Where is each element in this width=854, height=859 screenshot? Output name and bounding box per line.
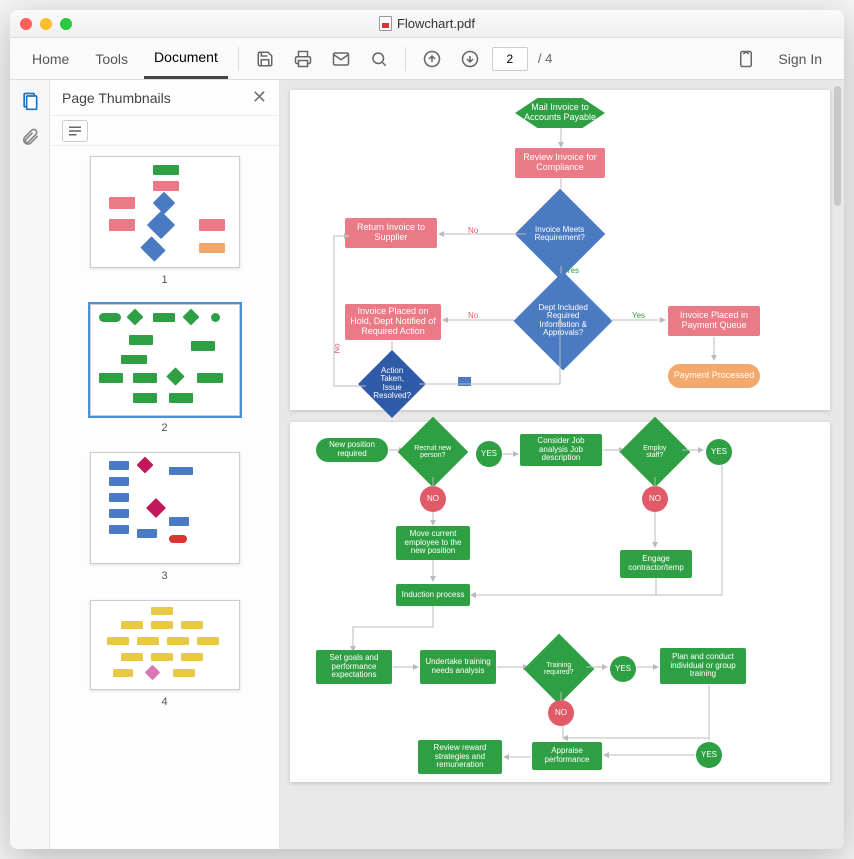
pdf-page-1: Mail Invoice to Accounts Payable Review … — [290, 90, 830, 410]
page-up-icon[interactable] — [416, 43, 448, 75]
node-new-position: New position required — [316, 438, 388, 462]
page-number-input[interactable] — [492, 47, 528, 71]
thumbnails-panel: Page Thumbnails ✕ — [50, 80, 280, 849]
thumbnails-header: Page Thumbnails ✕ — [50, 80, 279, 116]
titlebar: Flowchart.pdf — [10, 10, 844, 38]
print-icon[interactable] — [287, 43, 319, 75]
node-training-needs: Undertake training needs analysis — [420, 650, 496, 684]
thumb-number: 1 — [161, 274, 167, 286]
search-icon[interactable] — [363, 43, 395, 75]
node-review-reward: Review reward strategies and remuneratio… — [418, 740, 502, 774]
close-panel-icon[interactable]: ✕ — [252, 87, 267, 108]
vertical-scrollbar[interactable] — [834, 86, 841, 206]
thumbnails-options-icon[interactable] — [62, 120, 88, 142]
thumb-number: 4 — [161, 696, 167, 708]
node-set-goals: Set goals and performance expectations — [316, 650, 392, 684]
thumb-number: 2 — [161, 422, 167, 434]
label-yes: Yes — [566, 266, 579, 275]
node-mail-invoice: Mail Invoice to Accounts Payable — [515, 98, 605, 128]
email-icon[interactable] — [325, 43, 357, 75]
content-area: Page Thumbnails ✕ — [10, 80, 844, 849]
badge-no: NO — [420, 486, 446, 512]
thumbnails-toolbar — [50, 116, 279, 146]
badge-yes: YES — [696, 742, 722, 768]
toolbar: Home Tools Document / 4 Sign In — [10, 38, 844, 80]
thumbnail-3[interactable]: 3 — [50, 452, 279, 582]
page-total: / 4 — [538, 51, 552, 66]
badge-no: NO — [548, 700, 574, 726]
minimize-window-button[interactable] — [40, 18, 52, 30]
page-down-icon[interactable] — [454, 43, 486, 75]
pdf-icon — [379, 16, 392, 31]
attachments-icon[interactable] — [19, 126, 41, 148]
node-move-employee: Move current employee to the new positio… — [396, 526, 470, 560]
document-filename: Flowchart.pdf — [397, 16, 475, 31]
node-review-invoice: Review Invoice for Compliance — [515, 148, 605, 178]
divider — [405, 47, 406, 71]
sign-in-link[interactable]: Sign In — [768, 38, 832, 79]
thumbnail-2[interactable]: 2 — [50, 304, 279, 434]
thumbnail-4[interactable]: 4 — [50, 600, 279, 708]
node-induction: Induction process — [396, 584, 470, 606]
thumbnail-1[interactable]: 1 — [50, 156, 279, 286]
thumbnails-title: Page Thumbnails — [62, 90, 171, 106]
nav-document[interactable]: Document — [144, 38, 228, 79]
document-viewport[interactable]: Mail Invoice to Accounts Payable Review … — [280, 80, 844, 849]
node-action-taken: Action Taken, Issue Resolved? — [358, 350, 426, 418]
left-rail — [10, 80, 50, 849]
node-payment-queue: Invoice Placed in Payment Queue — [668, 306, 760, 336]
window-controls — [20, 18, 72, 30]
save-icon[interactable] — [249, 43, 281, 75]
pdf-page-2: New position required Recruit new person… — [290, 422, 830, 782]
divider — [238, 47, 239, 71]
zoom-window-button[interactable] — [60, 18, 72, 30]
app-window: Flowchart.pdf Home Tools Document / 4 Si… — [10, 10, 844, 849]
mobile-icon[interactable] — [730, 43, 762, 75]
badge-yes: YES — [610, 656, 636, 682]
badge-yes: YES — [706, 439, 732, 465]
node-consider: Consider Job analysis Job description — [520, 434, 602, 466]
window-title: Flowchart.pdf — [10, 16, 844, 31]
nav-tools[interactable]: Tools — [85, 38, 138, 79]
thumbnails-list: 1 — [50, 146, 279, 849]
nav-home[interactable]: Home — [22, 38, 79, 79]
node-payment-processed: Payment Processed — [668, 364, 760, 388]
thumbnails-icon[interactable] — [19, 90, 41, 112]
close-window-button[interactable] — [20, 18, 32, 30]
node-plan-training: Plan and conduct individual or group tra… — [660, 648, 746, 684]
thumb-number: 3 — [161, 570, 167, 582]
